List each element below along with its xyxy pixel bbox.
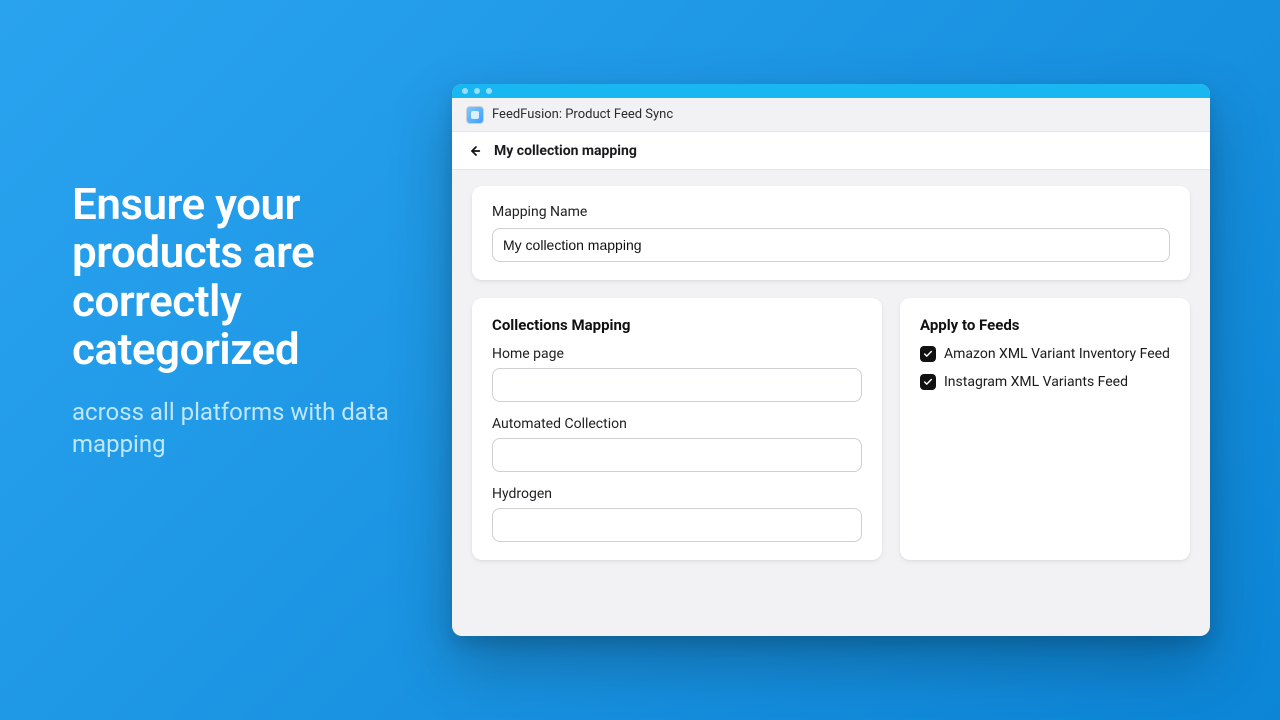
window-dot-icon [486,88,492,94]
collection-value-input[interactable] [492,368,862,402]
collection-value-input[interactable] [492,438,862,472]
hero-copy: Ensure your products are correctly categ… [72,180,432,460]
page-title: My collection mapping [494,143,637,159]
marketing-stage: Ensure your products are correctly categ… [0,0,1280,720]
feed-checkbox[interactable] [920,374,936,390]
mapping-name-label: Mapping Name [492,204,1170,220]
collection-label: Automated Collection [492,416,862,432]
collection-item: Automated Collection [492,416,862,472]
collection-label: Home page [492,346,862,362]
app-header: FeedFusion: Product Feed Sync [452,98,1210,132]
collection-item: Home page [492,346,862,402]
hero-headline: Ensure your products are correctly categ… [72,180,432,374]
window-dot-icon [474,88,480,94]
window-titlebar [452,84,1210,98]
window-dot-icon [462,88,468,94]
hero-subline: across all platforms with data mapping [72,396,432,461]
app-name: FeedFusion: Product Feed Sync [492,107,673,122]
collections-mapping-card: Collections Mapping Home page Automated … [472,298,882,560]
page-header: My collection mapping [452,132,1210,170]
feed-item: Amazon XML Variant Inventory Feed [920,346,1170,362]
page-content: Mapping Name Collections Mapping Home pa… [452,170,1210,636]
feed-label: Instagram XML Variants Feed [944,374,1128,390]
collection-value-input[interactable] [492,508,862,542]
feed-label: Amazon XML Variant Inventory Feed [944,346,1170,362]
back-arrow-icon[interactable] [466,143,482,159]
app-icon [466,106,484,124]
collection-item: Hydrogen [492,486,862,542]
apply-to-feeds-title: Apply to Feeds [920,316,1170,334]
apply-to-feeds-card: Apply to Feeds Amazon XML Variant Invent… [900,298,1190,560]
feed-item: Instagram XML Variants Feed [920,374,1170,390]
collections-mapping-title: Collections Mapping [492,316,862,334]
collection-label: Hydrogen [492,486,862,502]
mapping-name-card: Mapping Name [472,186,1190,280]
feed-checkbox[interactable] [920,346,936,362]
app-window: FeedFusion: Product Feed Sync My collect… [452,84,1210,636]
mapping-name-input[interactable] [492,228,1170,262]
